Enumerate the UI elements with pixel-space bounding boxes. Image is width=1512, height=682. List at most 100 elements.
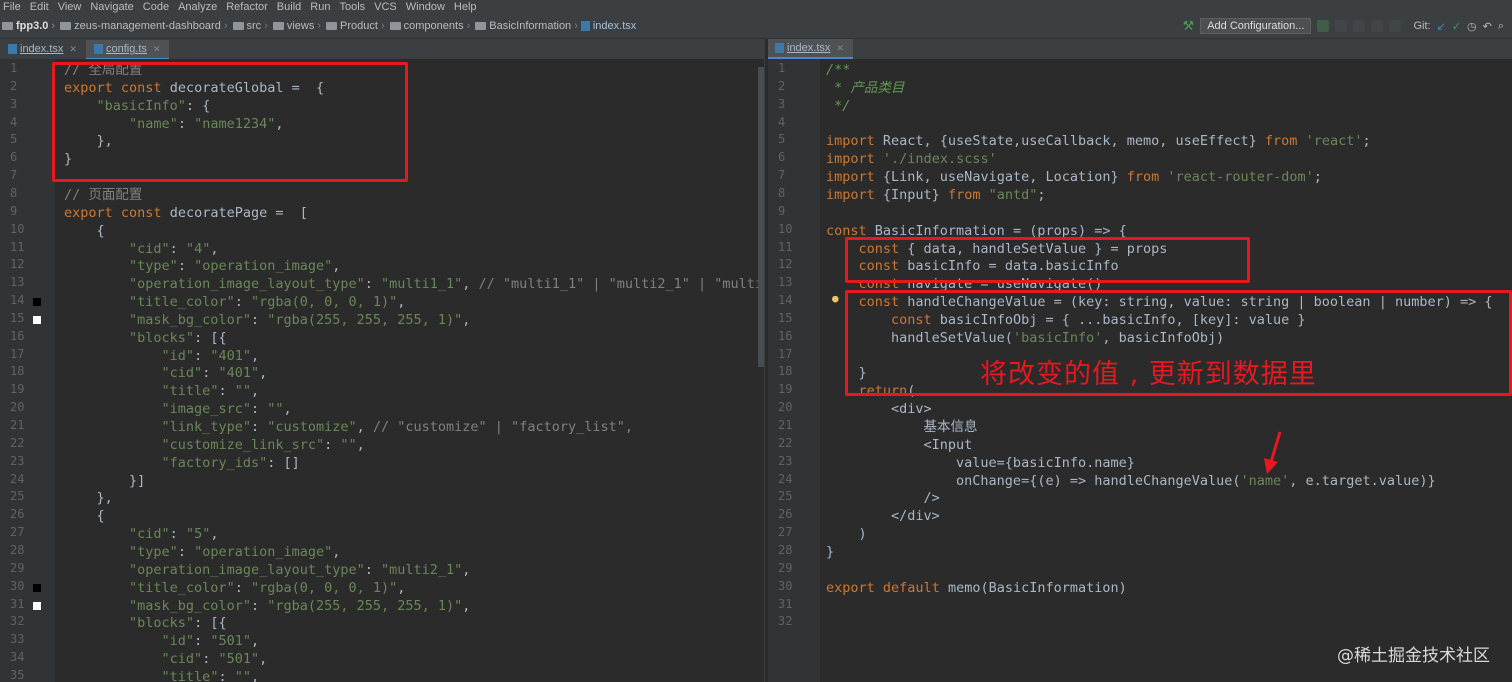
search-icon[interactable]: ⌕	[1498, 20, 1504, 33]
code-line[interactable]: "image_src": "",	[64, 400, 292, 418]
menu-item-run[interactable]: Run	[310, 0, 330, 14]
menu-item-code[interactable]: Code	[143, 0, 169, 14]
code-line[interactable]: "cid": "5",	[64, 525, 218, 543]
code-line[interactable]: }]	[64, 472, 145, 490]
code-line[interactable]: "blocks": [{	[64, 614, 227, 632]
code-line[interactable]: "blocks": [{	[64, 329, 227, 347]
run-icon[interactable]	[1317, 20, 1330, 32]
code-line[interactable]: import './index.scss'	[826, 150, 997, 168]
code-line[interactable]: "type": "operation_image",	[64, 543, 340, 561]
code-line[interactable]: "factory_ids": []	[64, 454, 300, 472]
code-line[interactable]: /**	[826, 61, 850, 79]
git-update-icon[interactable]: ↙	[1437, 20, 1446, 33]
left-scrollbar[interactable]	[758, 67, 764, 367]
breadcrumb-item[interactable]: components ›	[388, 20, 474, 32]
code-line[interactable]: "mask_bg_color": "rgba(255, 255, 255, 1)…	[64, 597, 470, 615]
code-line[interactable]: },	[64, 489, 113, 507]
menu-item-edit[interactable]: Edit	[30, 0, 49, 14]
code-line[interactable]: export const decoratePage = [	[64, 204, 308, 222]
menu-item-tools[interactable]: Tools	[339, 0, 365, 14]
close-tab-icon[interactable]: ✕	[836, 43, 844, 54]
breadcrumb-item[interactable]: index.tsx	[580, 20, 636, 32]
code-line[interactable]: value={basicInfo.name}	[826, 454, 1135, 472]
color-swatch-icon[interactable]	[33, 583, 41, 592]
line-number: 28	[778, 542, 793, 557]
code-line[interactable]: <div>	[826, 400, 932, 418]
line-number: 4	[10, 114, 18, 129]
breadcrumb-item[interactable]: Product ›	[324, 20, 388, 32]
code-line[interactable]: "cid": "4",	[64, 240, 218, 258]
folder-icon	[232, 22, 244, 30]
color-swatch-icon[interactable]	[33, 298, 41, 307]
code-line[interactable]: "title_color": "rgba(0, 0, 0, 1)",	[64, 579, 405, 597]
code-line[interactable]: import {Input} from "antd";	[826, 186, 1046, 204]
code-line[interactable]: export default memo(BasicInformation)	[826, 579, 1127, 597]
editor-tab[interactable]: index.tsx ✕	[0, 39, 86, 59]
profile-icon[interactable]	[1371, 20, 1384, 32]
code-line[interactable]: "cid": "401",	[64, 364, 268, 382]
breadcrumb-item[interactable]: views ›	[271, 20, 324, 32]
code-line[interactable]: "customize_link_src": "",	[64, 436, 365, 454]
line-number: 30	[778, 578, 793, 593]
code-line[interactable]: */	[826, 97, 850, 115]
menu-item-vcs[interactable]: VCS	[374, 0, 397, 14]
code-line[interactable]: )	[826, 525, 867, 543]
props-highlight-box	[845, 237, 1250, 283]
code-line[interactable]: <Input	[826, 436, 973, 454]
lightbulb-icon[interactable]: ●	[832, 292, 839, 305]
debug-icon[interactable]	[1335, 20, 1348, 32]
menu-item-analyze[interactable]: Analyze	[178, 0, 217, 14]
git-rollback-icon[interactable]: ↶	[1483, 20, 1492, 33]
git-history-icon[interactable]: ◷	[1467, 20, 1477, 33]
code-line[interactable]: "title": "",	[64, 382, 260, 400]
menu-item-window[interactable]: Window	[406, 0, 445, 14]
breadcrumb-item[interactable]: BasicInformation ›	[473, 20, 581, 32]
line-number: 16	[10, 328, 25, 343]
coverage-icon[interactable]	[1353, 20, 1366, 32]
code-line[interactable]: // 页面配置	[64, 186, 142, 204]
code-line[interactable]: {	[64, 507, 105, 525]
menu-item-view[interactable]: View	[58, 0, 82, 14]
code-line[interactable]: "id": "501",	[64, 632, 260, 650]
menu-item-refactor[interactable]: Refactor	[226, 0, 268, 14]
line-number: 6	[778, 150, 786, 165]
code-line[interactable]: }	[826, 543, 834, 561]
code-line[interactable]: import React, {useState,useCallback, mem…	[826, 132, 1371, 150]
code-line[interactable]: "type": "operation_image",	[64, 257, 340, 275]
code-line[interactable]: onChange={(e) => handleChangeValue('name…	[826, 472, 1436, 490]
code-line[interactable]: {	[64, 222, 105, 240]
editor-tab[interactable]: index.tsx ✕	[767, 39, 853, 59]
close-tab-icon[interactable]: ✕	[69, 44, 77, 55]
code-line[interactable]: />	[826, 489, 940, 507]
code-line[interactable]: "title_color": "rgba(0, 0, 0, 1)",	[64, 293, 405, 311]
git-commit-icon[interactable]: ✓	[1452, 20, 1461, 33]
color-swatch-icon[interactable]	[33, 601, 41, 610]
code-line[interactable]: "title": "",	[64, 668, 260, 682]
right-editor-tabs: index.tsx ✕	[767, 39, 1512, 59]
code-line[interactable]: </div>	[826, 507, 940, 525]
code-line[interactable]: "operation_image_layout_type": "multi2_1…	[64, 561, 470, 579]
code-line[interactable]: * 产品类目	[826, 79, 904, 97]
breadcrumb-item[interactable]: src ›	[231, 20, 271, 32]
menu-item-build[interactable]: Build	[277, 0, 301, 14]
code-line[interactable]: import {Link, useNavigate, Location} fro…	[826, 168, 1322, 186]
breadcrumb-item[interactable]: fpp3.0 ›	[0, 20, 58, 32]
code-line[interactable]: "operation_image_layout_type": "multi1_1…	[64, 275, 763, 293]
stop-icon[interactable]	[1389, 20, 1402, 32]
code-line[interactable]: 基本信息	[826, 418, 978, 436]
menu-item-help[interactable]: Help	[454, 0, 477, 14]
menu-item-file[interactable]: File	[3, 0, 21, 14]
add-configuration-button[interactable]: Add Configuration...	[1200, 18, 1312, 34]
line-number: 8	[10, 185, 18, 200]
code-line[interactable]: "cid": "501",	[64, 650, 268, 668]
code-line[interactable]: "id": "401",	[64, 347, 260, 365]
menu-item-navigate[interactable]: Navigate	[90, 0, 133, 14]
color-swatch-icon[interactable]	[33, 315, 41, 324]
code-line[interactable]: "mask_bg_color": "rgba(255, 255, 255, 1)…	[64, 311, 470, 329]
editor-tab[interactable]: config.ts ✕	[85, 40, 170, 60]
build-hammer-icon[interactable]: ⚒	[1183, 18, 1195, 34]
breadcrumb-item[interactable]: zeus-management-dashboard ›	[58, 20, 230, 32]
close-tab-icon[interactable]: ✕	[153, 44, 161, 55]
folder-icon	[475, 22, 487, 30]
code-line[interactable]: "link_type": "customize", // "customize"…	[64, 418, 633, 436]
